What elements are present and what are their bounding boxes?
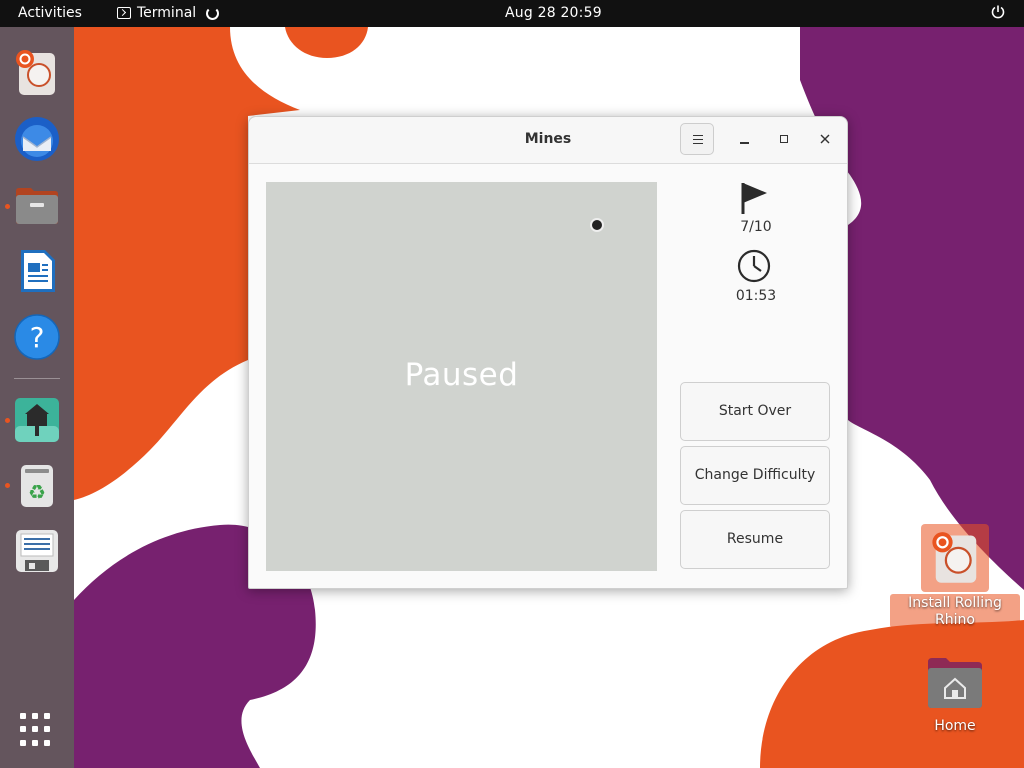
dock-writer[interactable] <box>13 247 61 295</box>
resume-button[interactable]: Resume <box>680 510 830 569</box>
dock-mines[interactable] <box>13 396 61 444</box>
terminal-icon <box>117 7 131 19</box>
desktop-icon-label: Home <box>934 718 976 734</box>
flag-icon <box>741 183 767 214</box>
running-indicator <box>5 418 10 423</box>
mail-client-icon <box>15 117 59 161</box>
app-menu[interactable]: Terminal <box>117 5 220 21</box>
dock-installer[interactable] <box>13 49 61 97</box>
floppy-disk-icon <box>16 530 58 572</box>
running-indicator <box>5 483 10 488</box>
help-icon: ? <box>14 314 60 360</box>
maximize-button[interactable] <box>775 129 795 149</box>
installer-icon <box>16 50 55 95</box>
dock-trash[interactable]: ♻ <box>13 461 61 509</box>
loading-spinner-icon <box>206 6 220 20</box>
trash-icon: ♻ <box>21 465 53 507</box>
dock-floppy[interactable] <box>13 527 61 575</box>
minimize-button[interactable] <box>735 129 755 149</box>
hamburger-icon <box>693 135 703 144</box>
window-title: Mines <box>524 131 572 147</box>
minefield-board[interactable]: Paused <box>266 182 657 571</box>
dock: ? ♻ <box>0 27 74 768</box>
elapsed-time: 01:53 <box>735 288 777 304</box>
close-icon <box>820 134 830 144</box>
label-line: Install Rolling <box>908 595 1002 611</box>
dock-help[interactable]: ? <box>13 313 61 361</box>
label-line: Rhino <box>935 612 975 628</box>
show-apps-icon[interactable] <box>20 713 54 747</box>
installer-icon <box>932 532 977 583</box>
dock-separator <box>14 378 60 379</box>
top-bar: Activities Terminal Aug 28 20:59 <box>0 0 1024 27</box>
files-icon <box>16 188 58 224</box>
app-name-label: Terminal <box>137 5 197 21</box>
home-folder-icon <box>928 658 982 708</box>
maximize-icon <box>780 135 788 143</box>
dock-thunderbird[interactable] <box>13 115 61 163</box>
mines-app-icon <box>15 398 59 442</box>
mines-window: Mines Paused 7/10 01:53 Start Over Chang… <box>248 116 848 589</box>
change-difficulty-button[interactable]: Change Difficulty <box>680 446 830 505</box>
clock-icon <box>737 249 771 283</box>
start-over-button[interactable]: Start Over <box>680 382 830 441</box>
mouse-cursor-icon <box>590 218 604 232</box>
close-button[interactable] <box>815 129 835 149</box>
header-bar: Mines <box>249 117 847 164</box>
svg-text:♻: ♻ <box>28 480 46 504</box>
text-document-icon <box>21 250 55 292</box>
activities-button[interactable]: Activities <box>18 5 82 21</box>
svg-text:?: ? <box>30 321 45 354</box>
power-icon[interactable] <box>990 4 1006 20</box>
dock-files[interactable] <box>13 181 61 229</box>
main-menu-button[interactable] <box>680 123 714 155</box>
minimize-icon <box>740 142 749 144</box>
desktop-icon-label: Install Rolling Rhino <box>890 595 1020 629</box>
paused-label: Paused <box>404 357 519 393</box>
clock-button[interactable]: Aug 28 20:59 <box>505 5 602 21</box>
desktop-icon-home[interactable]: Home <box>890 652 1020 738</box>
desktop-icon-installer[interactable]: Install Rolling Rhino <box>890 524 1020 628</box>
running-indicator <box>5 204 10 209</box>
flag-counter: 7/10 <box>740 219 772 235</box>
